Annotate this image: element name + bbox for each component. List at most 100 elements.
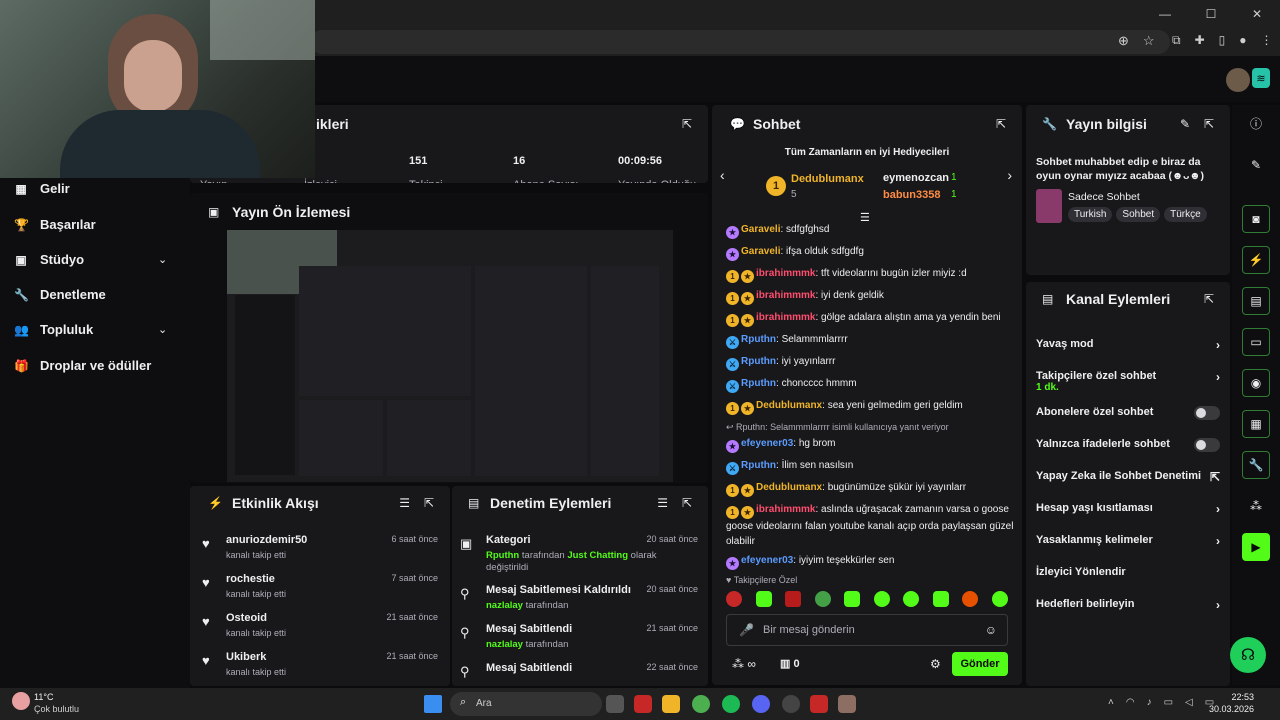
chevron-right-icon[interactable]: › [1216,598,1220,612]
clock-time[interactable]: 22:53 [1231,692,1254,702]
app-icon[interactable] [838,695,856,713]
filter-icon[interactable]: ☰ [399,496,410,510]
chat-username[interactable]: Rputhn [741,460,776,471]
expand-icon[interactable]: ⇱ [682,117,692,131]
camera-icon[interactable]: ◙ [1242,205,1270,233]
emoji-icon[interactable]: ☺ [985,623,997,637]
chat-message[interactable]: 1 ★ ibrahimmmk: aslında uğraşacak zamanın … [726,502,1014,549]
external-link-icon[interactable]: ⇱ [1210,470,1220,484]
chevron-down-icon[interactable]: ⌄ [158,323,167,336]
app-icon[interactable] [634,695,652,713]
chat-username[interactable]: ibrahimmmk [756,290,815,301]
sidebar-item[interactable]: 🔧 Denetleme [14,287,106,302]
app-icon[interactable] [810,695,828,713]
channel-action-item[interactable]: Yapay Zeka ile Sohbet Denetimi ⇱ [1036,470,1220,484]
microphone-icon[interactable]: ♪ [1147,697,1152,708]
moderation-target[interactable]: Just Chatting [567,550,628,561]
expand-icon[interactable]: ⇱ [424,496,434,510]
chevron-right-icon[interactable]: › [1216,534,1220,548]
chat-username[interactable]: Dedublumanx [756,482,822,493]
moderator-name[interactable]: nazlalay [486,639,523,650]
emote-icon[interactable] [755,591,772,607]
chat-message[interactable]: ⚔ Rputhn: iyi yayınlarrr [726,354,1014,371]
chevron-right-icon[interactable]: › [1007,167,1012,183]
send-button[interactable]: Gönder [952,652,1008,676]
chat-username[interactable]: Rputhn [741,356,776,367]
puzzle-icon[interactable]: ✚ [1195,33,1205,48]
channel-action-item[interactable]: Yasaklanmış kelimeler › [1036,534,1220,548]
channel-action-item[interactable]: Hesap yaşı kısıtlaması › [1036,502,1220,516]
activity-user[interactable]: rochestie [226,573,275,585]
zoom-icon[interactable]: ⊕ [1118,33,1129,49]
maximize-button[interactable]: ☐ [1188,0,1234,28]
chat-bubble-icon[interactable]: ▭ [1242,328,1270,356]
broadcast-icon[interactable]: ◉ [1242,369,1270,397]
emote-icon[interactable] [814,591,831,607]
chat-username[interactable]: Dedublumanx [756,400,822,411]
chat-message[interactable]: 1 ★ ibrahimmmk: iyi denk geldik [726,288,1014,305]
gifter-name[interactable]: eymenozcan [883,172,949,184]
chat-message[interactable]: 1 ★ ibrahimmmk: tft videolarını bugün izle… [726,266,1014,283]
spotify-icon[interactable] [722,695,740,713]
bolt-icon[interactable]: ⚡ [1242,246,1270,274]
channel-action-item[interactable]: Yalnızca ifadelerle sohbet [1036,438,1220,452]
discord-icon[interactable] [752,695,770,713]
sidebar-item[interactable]: ▦ Gelir [14,181,69,196]
chat-message[interactable]: ★ efeyener03: iyiyim teşekkürler sen [726,553,1014,570]
wifi-icon[interactable]: ◠ [1126,697,1135,708]
windows-start-icon[interactable] [424,695,442,713]
chat-username[interactable]: ibrahimmmk [756,312,815,323]
top-gifter-name[interactable]: Dedublumanx [791,173,864,185]
channel-action-item[interactable]: İzleyici Yönlendir [1036,566,1220,578]
chat-username[interactable]: ibrahimmmk [756,504,815,515]
users-icon[interactable]: ⁂ [1242,492,1270,520]
expand-icon[interactable]: ⇱ [1204,117,1214,131]
monitor-icon[interactable]: ▭ [1164,697,1173,708]
chat-username[interactable]: efeyener03 [741,555,793,566]
filter-icon[interactable]: ☰ [657,496,668,510]
chevron-left-icon[interactable]: ‹ [720,167,725,183]
channel-action-item[interactable]: Yavaş mod › [1036,338,1220,352]
chat-message[interactable]: 1 ★ Dedublumanx: sea yeni gelmedim geri ge… [726,398,1014,415]
pencil-icon[interactable]: ✎ [1242,151,1270,179]
chat-message[interactable]: ⚔ Rputhn: İlim sen nasılsın [726,458,1014,475]
chat-username[interactable]: Rputhn [741,334,776,345]
channel-action-item[interactable]: Hedefleri belirleyin › [1036,598,1220,612]
activity-user[interactable]: anuriozdemir50 [226,534,307,546]
chevron-down-icon[interactable]: ⌄ [158,253,167,266]
info-icon[interactable]: ⓘ [1242,109,1270,137]
channel-icon[interactable]: ▦ [1242,410,1270,438]
menu-dots-icon[interactable]: ⋮ [1261,33,1273,48]
app-badge-icon[interactable]: ≋ [1252,68,1270,88]
user-avatar[interactable] [1226,68,1250,92]
moderator-name[interactable]: Rputhn [486,550,519,561]
settings-gear-icon[interactable]: ⚙ [930,657,941,671]
channel-action-item[interactable]: Takipçilere özel sohbet 1 dk. › [1036,370,1220,393]
close-button[interactable]: ✕ [1234,0,1280,28]
chat-username[interactable]: Garaveli [741,224,780,235]
emote-icon[interactable] [873,591,890,607]
tag[interactable]: Sohbet [1116,207,1161,222]
expand-icon[interactable]: ⇱ [682,496,692,510]
activity-user[interactable]: Ukiberk [226,651,266,663]
emote-icon[interactable] [903,591,920,607]
chevron-right-icon[interactable]: › [1216,338,1220,352]
chevron-up-icon[interactable]: ˄ [1108,697,1114,708]
channel-action-item[interactable]: Abonelere özel sohbet [1036,406,1220,420]
chat-message[interactable]: ↩ Rputhn: Selammmlarrrr isimli kullanıcı… [726,420,1014,435]
stream-preview-video[interactable] [227,230,673,482]
toggle-switch[interactable] [1194,406,1220,420]
chat-message[interactable]: 1 ★ Dedublumanx: bugünümüze şükür iyi yayı… [726,480,1014,497]
address-bar[interactable] [310,30,1170,54]
sidebar-item[interactable]: 🎁 Droplar ve ödüller [14,358,151,373]
media-icon[interactable]: ▶ [1242,533,1270,561]
category-name[interactable]: Sadece Sohbet [1068,191,1140,203]
emote-icon[interactable] [844,591,861,607]
chat-username[interactable]: ibrahimmmk [756,268,815,279]
moderator-name[interactable]: nazlalay [486,600,523,611]
gift-counter[interactable]: ▥ 0 [780,657,800,670]
emote-icon[interactable] [932,591,949,607]
activity-user[interactable]: Osteoid [226,612,267,624]
chat-username[interactable]: efeyener03 [741,438,793,449]
task-view-icon[interactable] [606,695,624,713]
